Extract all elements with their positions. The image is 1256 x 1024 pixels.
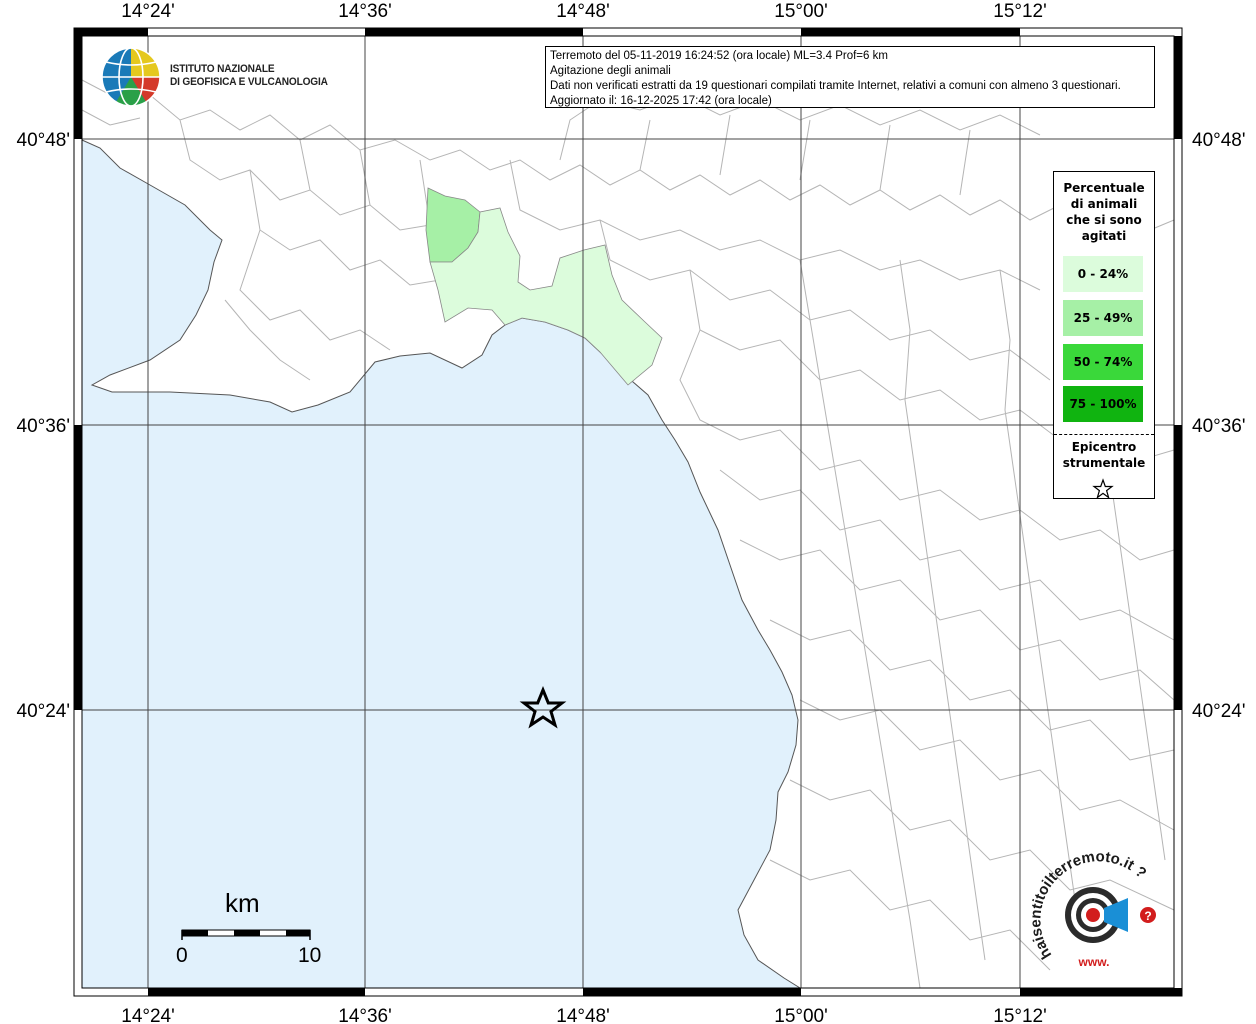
x-label: 15°00' (774, 1006, 828, 1024)
y-axis-left-labels: 40°48' 40°36' 40°24' (17, 130, 71, 722)
info-line: Terremoto del 05-11-2019 16:24:52 (ora l… (550, 50, 888, 62)
y-label: 40°48' (17, 130, 71, 151)
x-label: 14°36' (338, 1006, 392, 1024)
y-label: 40°24' (1192, 701, 1246, 722)
y-label: 40°36' (17, 416, 71, 437)
legend-epicenter-label: Epicentro strumentale (1054, 439, 1154, 471)
scale-title: km (225, 888, 260, 918)
ingv-name: ISTITUTO NAZIONALE DI GEOFISICA E VULCAN… (170, 63, 328, 89)
legend-swatch-25-49: 25 - 49% (1063, 300, 1143, 336)
x-label: 15°12' (993, 1006, 1047, 1024)
x-axis-bottom-labels: 14°24' 14°36' 14°48' 15°00' 15°12' (121, 1006, 1047, 1024)
scale-min: 0 (176, 944, 188, 967)
y-axis-right-labels: 40°48' 40°36' 40°24' (1192, 130, 1246, 722)
legend-title-line: che si sono (1066, 213, 1142, 227)
ingv-logo-icon (101, 47, 161, 107)
info-line: Dati non verificati estratti da 19 quest… (550, 80, 1121, 92)
legend-epicenter-line: strumentale (1062, 456, 1146, 470)
scale-max: 10 (298, 944, 322, 967)
x-label: 14°24' (121, 1, 175, 22)
legend-star-icon (1092, 478, 1114, 500)
question-mark: ? (1144, 909, 1151, 923)
ingv-name-line: ISTITUTO NAZIONALE (170, 63, 275, 75)
map-legend: Percentuale di animali che si sono agita… (1053, 171, 1155, 500)
ingv-name-line: DI GEOFISICA E VULCANOLOGIA (170, 76, 328, 88)
legend-title-line: agitati (1081, 229, 1127, 243)
legend-epicenter-line: Epicentro (1071, 440, 1137, 454)
x-axis-top-labels: 14°24' 14°36' 14°48' 15°00' 15°12' (121, 1, 1047, 22)
legend-title: Percentuale di animali che si sono agita… (1054, 180, 1154, 244)
earthquake-info-box: Terremoto del 05-11-2019 16:24:52 (ora l… (545, 46, 1155, 108)
y-label: 40°48' (1192, 130, 1246, 151)
legend-swatch-0-24: 0 - 24% (1063, 256, 1143, 292)
y-label: 40°36' (1192, 416, 1246, 437)
info-line: Agitazione degli animali (550, 65, 671, 77)
x-label: 14°24' (121, 1006, 175, 1024)
x-label: 15°12' (993, 1, 1047, 22)
x-label: 14°48' (556, 1, 610, 22)
intensity-map: 14°24' 14°36' 14°48' 15°00' 15°12' 14°24… (17, 1, 1246, 1024)
site-logo-url: www. (1078, 955, 1110, 969)
x-label: 14°36' (338, 1, 392, 22)
legend-title-line: di animali (1070, 197, 1138, 211)
legend-separator (1054, 434, 1154, 435)
x-label: 14°48' (556, 1006, 610, 1024)
legend-swatch-50-74: 50 - 74% (1063, 344, 1143, 380)
y-label: 40°24' (17, 701, 71, 722)
x-label: 15°00' (774, 1, 828, 22)
legend-title-line: Percentuale (1063, 181, 1145, 195)
info-line: Aggiornato il: 16-12-2025 17:42 (ora loc… (550, 95, 772, 107)
legend-swatch-75-100: 75 - 100% (1063, 386, 1143, 422)
